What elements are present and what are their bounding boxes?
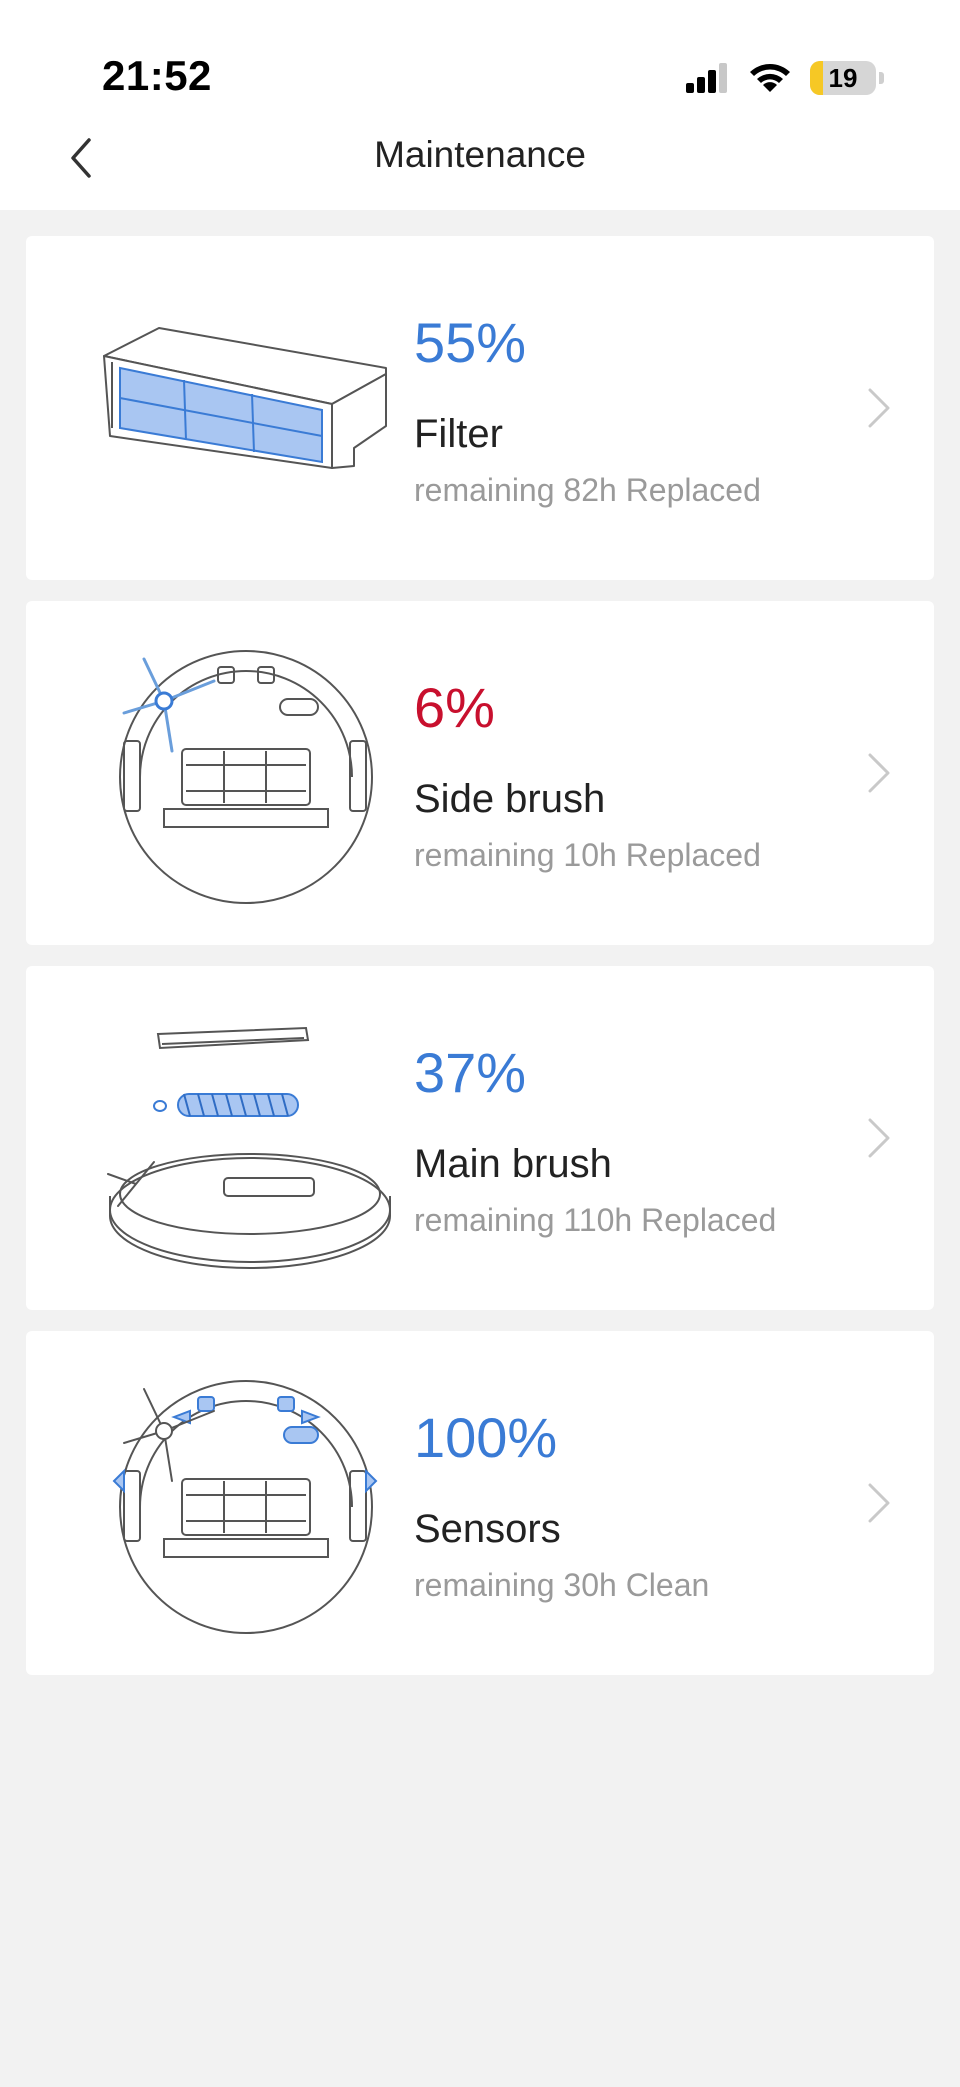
main-brush-detail: remaining 110h Replaced [414, 1202, 777, 1238]
battery-nub [879, 72, 884, 84]
side-brush-name: Side brush [414, 777, 606, 821]
wifi-icon [750, 64, 790, 92]
maintenance-card-side-brush[interactable]: 6% Side brush remaining 10h Replaced [26, 601, 934, 945]
top-bar: 21:52 19 Maintenance [0, 0, 960, 210]
filter-percent: 55% [414, 311, 527, 374]
chevron-right-icon [868, 1118, 890, 1158]
status-time: 21:52 [102, 52, 212, 99]
side-brush-percent: 6% [414, 676, 495, 739]
maintenance-card-filter[interactable]: 55% Filter remaining 82h Replaced [26, 236, 934, 580]
maintenance-list: 55% Filter remaining 82h Replaced 6% Sid… [26, 236, 934, 1696]
filter-icon [103, 327, 387, 469]
side-brush-detail: remaining 10h Replaced [414, 837, 761, 873]
chevron-right-icon [868, 388, 890, 428]
sensors-detail: remaining 30h Clean [414, 1567, 710, 1603]
battery-level-text: 19 [828, 63, 858, 93]
chevron-right-icon [868, 1483, 890, 1523]
filter-detail: remaining 82h Replaced [414, 472, 761, 508]
cellular-signal-icon [686, 63, 727, 93]
side-brush-icon [119, 650, 373, 904]
sensors-icon [112, 1380, 378, 1634]
maintenance-card-sensors[interactable]: 100% Sensors remaining 30h Clean [26, 1331, 934, 1675]
sensors-name: Sensors [414, 1507, 561, 1551]
sensors-percent: 100% [414, 1406, 558, 1469]
main-brush-icon [107, 1026, 391, 1269]
battery-indicator: 19 [810, 61, 884, 95]
main-brush-name: Main brush [414, 1142, 612, 1186]
maintenance-card-main-brush[interactable]: 37% Main brush remaining 110h Replaced [26, 966, 934, 1310]
main-brush-percent: 37% [414, 1041, 527, 1104]
status-icons: 19 [684, 58, 884, 98]
page-title: Maintenance [374, 134, 586, 175]
filter-name: Filter [414, 412, 503, 456]
chevron-right-icon [868, 753, 890, 793]
